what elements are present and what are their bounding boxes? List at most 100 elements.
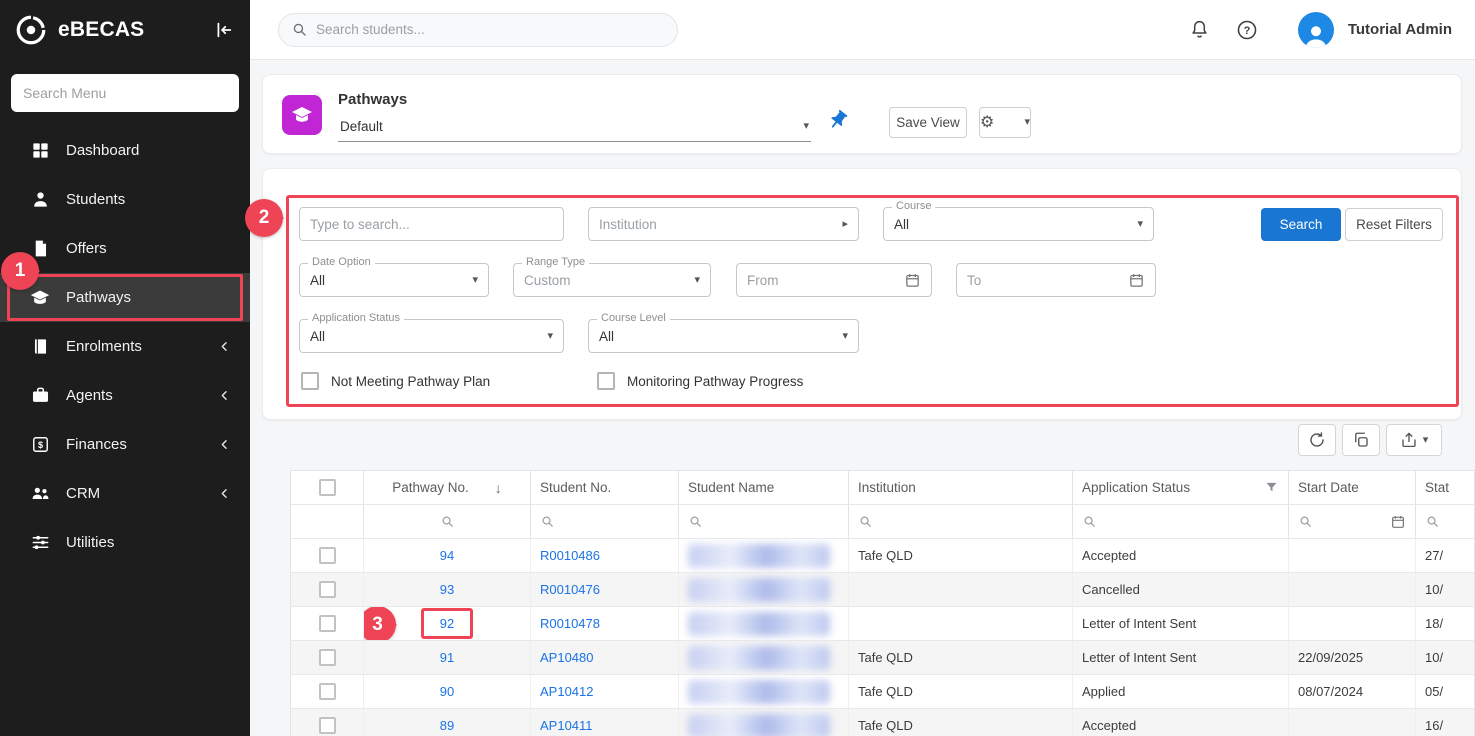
checkbox-box[interactable] (597, 372, 615, 390)
filter-cell-student-name[interactable] (679, 505, 849, 538)
student-link[interactable]: AP10480 (540, 650, 594, 665)
student-search-box[interactable] (278, 13, 678, 47)
table-row: 94 R0010486 Tafe QLD Accepted 27/ (291, 539, 1475, 573)
col-header-pathway-no[interactable]: Pathway No. ↓ (364, 471, 531, 504)
sidebar-item-finances[interactable]: $ Finances (0, 420, 250, 469)
to-date-field[interactable]: To (956, 263, 1156, 297)
filter-cell-pathway-no[interactable] (364, 505, 531, 538)
date-option-value: All (310, 273, 325, 288)
student-link[interactable]: R0010476 (540, 582, 600, 597)
sidebar-search-input[interactable] (11, 74, 239, 112)
student-link[interactable]: R0010486 (540, 548, 600, 563)
pathway-link[interactable]: 90 (440, 684, 454, 699)
student-link[interactable]: R0010478 (540, 616, 600, 631)
sidebar-item-students[interactable]: Students (0, 175, 250, 224)
institution-field[interactable]: Institution ▸ (588, 207, 859, 241)
filter-cell-institution[interactable] (849, 505, 1073, 538)
pathways-icon (30, 288, 50, 308)
row-checkbox[interactable] (319, 615, 336, 632)
reset-filters-button[interactable]: Reset Filters (1345, 208, 1443, 241)
app-title: eBECAS (58, 18, 144, 42)
user-avatar[interactable] (1298, 12, 1334, 48)
pathway-link[interactable]: 92 (440, 616, 454, 631)
pathway-link[interactable]: 94 (440, 548, 454, 563)
course-select[interactable]: Course All ▾ (883, 207, 1154, 241)
callout-badge-2: 2 (245, 199, 283, 237)
col-header-institution[interactable]: Institution (849, 471, 1073, 504)
pin-view-icon[interactable] (827, 109, 849, 136)
sidebar-item-utilities[interactable]: Utilities (0, 518, 250, 567)
student-name-cell (679, 573, 849, 606)
finances-icon: $ (30, 435, 50, 454)
view-settings-button[interactable]: ⚙ ▾ (979, 107, 1031, 138)
search-button[interactable]: Search (1261, 208, 1341, 241)
view-select[interactable]: Default ▾ (338, 117, 811, 142)
main-area: ? Tutorial Admin Pathways Default ▾ Save… (250, 0, 1475, 736)
application-status-select[interactable]: Application Status All ▾ (299, 319, 564, 353)
notifications-bell-icon[interactable] (1189, 19, 1210, 40)
student-link[interactable]: AP10412 (540, 684, 594, 699)
filter-cell-application-status[interactable] (1073, 505, 1289, 538)
refresh-button[interactable] (1298, 424, 1336, 456)
not-meeting-pathway-checkbox[interactable]: Not Meeting Pathway Plan (301, 372, 490, 390)
from-date-field[interactable]: From (736, 263, 932, 297)
pathway-link[interactable]: 93 (440, 582, 454, 597)
filter-cell-status-partial[interactable] (1416, 505, 1475, 538)
sidebar-item-crm[interactable]: CRM (0, 469, 250, 518)
sidebar-item-agents[interactable]: Agents (0, 371, 250, 420)
sort-desc-icon[interactable]: ↓ (495, 480, 502, 496)
select-all-cell (291, 471, 364, 504)
row-checkbox[interactable] (319, 649, 336, 666)
checkbox-box[interactable] (301, 372, 319, 390)
col-header-status-partial[interactable]: Stat (1416, 471, 1475, 504)
keyword-search-input[interactable] (310, 217, 553, 232)
col-header-start-date[interactable]: Start Date (1289, 471, 1416, 504)
sidebar-item-label: CRM (66, 485, 100, 502)
date-option-select[interactable]: Date Option All ▾ (299, 263, 489, 297)
redacted-name (688, 714, 830, 736)
table-row: 91 AP10480 Tafe QLD Letter of Intent Sen… (291, 641, 1475, 675)
filter-cell-student-no[interactable] (531, 505, 679, 538)
sidebar-item-enrolments[interactable]: Enrolments (0, 322, 250, 371)
copy-button[interactable] (1342, 424, 1380, 456)
col-header-student-no[interactable]: Student No. (531, 471, 679, 504)
calendar-icon[interactable] (1128, 272, 1145, 289)
range-type-value: Custom (524, 273, 571, 288)
keyword-search-field[interactable] (299, 207, 564, 241)
student-name-cell (679, 641, 849, 674)
sidebar-item-pathways[interactable]: Pathways (0, 273, 250, 322)
row-checkbox[interactable] (319, 717, 336, 734)
row-checkbox[interactable] (319, 547, 336, 564)
student-link[interactable]: AP10411 (540, 718, 593, 733)
export-button[interactable]: ▾ (1386, 424, 1442, 456)
col-header-student-name[interactable]: Student Name (679, 471, 849, 504)
search-icon (858, 514, 873, 529)
sidebar-item-dashboard[interactable]: Dashboard (0, 126, 250, 175)
row-checkbox[interactable] (319, 581, 336, 598)
user-name[interactable]: Tutorial Admin (1348, 21, 1452, 38)
pathway-link[interactable]: 91 (440, 650, 454, 665)
row-checkbox[interactable] (319, 683, 336, 700)
calendar-icon[interactable] (904, 272, 921, 289)
institution-cell: Tafe QLD (849, 641, 1073, 674)
sidebar-item-label: Agents (66, 387, 113, 404)
monitoring-pathway-checkbox[interactable]: Monitoring Pathway Progress (597, 372, 803, 390)
course-level-select[interactable]: Course Level All ▾ (588, 319, 859, 353)
pathway-link[interactable]: 89 (440, 718, 454, 733)
help-icon[interactable]: ? (1236, 19, 1258, 41)
range-type-select[interactable]: Range Type Custom ▾ (513, 263, 711, 297)
callout-badge-3: 3 (364, 607, 396, 640)
status-date-cell: 16/ (1416, 709, 1475, 736)
save-view-button[interactable]: Save View (889, 107, 967, 138)
sidebar-item-label: Utilities (66, 534, 114, 551)
pathways-table: Pathway No. ↓ Student No. Student Name I… (290, 470, 1475, 736)
filter-cell-start-date[interactable] (1289, 505, 1416, 538)
sidebar-collapse-icon[interactable] (212, 19, 234, 41)
calendar-icon[interactable] (1390, 514, 1406, 530)
search-icon (291, 21, 308, 38)
student-search-input[interactable] (316, 22, 665, 37)
checkbox-label: Monitoring Pathway Progress (627, 374, 803, 389)
col-header-application-status[interactable]: Application Status (1073, 471, 1289, 504)
select-all-checkbox[interactable] (319, 479, 336, 496)
filter-funnel-icon[interactable] (1264, 480, 1279, 495)
